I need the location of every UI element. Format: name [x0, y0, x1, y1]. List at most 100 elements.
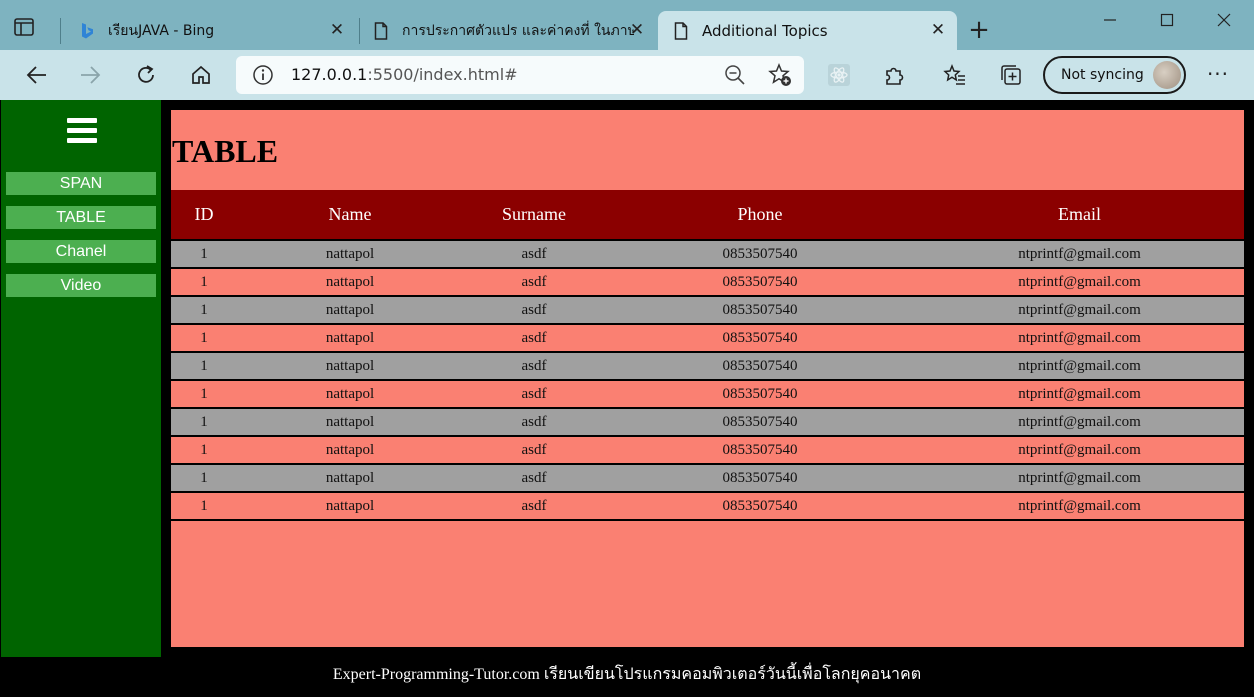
- cell-phone: 0853507540: [722, 385, 798, 402]
- tab-title: Additional Topics: [702, 21, 828, 40]
- cell-phone: 0853507540: [722, 469, 798, 486]
- column-header-id: ID: [194, 204, 214, 224]
- cell-name: nattapol: [325, 469, 375, 486]
- table-row: 1 nattapol asdf 0853507540 ntprintf@gmail.co…: [171, 464, 1244, 492]
- data-table: ID Name Surname Phone Email 1 nattapol asd…: [171, 190, 1244, 521]
- browser-tab-bar: เรียนJAVA - Bing ✕ การประกาศตัวแปร และค่…: [0, 0, 1254, 50]
- cell-name: nattapol: [325, 245, 375, 262]
- bing-icon: [78, 22, 96, 40]
- cell-email: ntprintf@gmail.com: [1018, 301, 1141, 318]
- cell-id: 1: [200, 385, 208, 402]
- cell-name: nattapol: [325, 329, 375, 346]
- table-row: 1 nattapol asdf 0853507540 ntprintf@gmail.co…: [171, 408, 1244, 436]
- tab-actions-icon[interactable]: [14, 18, 34, 36]
- url-path: :5500/index.html#: [367, 65, 518, 84]
- main-content: TABLE ID Name Surname Phone Email 1 natta…: [171, 110, 1244, 647]
- cell-id: 1: [200, 245, 208, 262]
- table-row: 1 nattapol asdf 0853507540 ntprintf@gmail.co…: [171, 352, 1244, 380]
- cell-surname: asdf: [521, 441, 547, 458]
- page-title: TABLE: [172, 133, 279, 169]
- table-row: 1 nattapol asdf 0853507540 ntprintf@gmail.co…: [171, 436, 1244, 464]
- cell-phone: 0853507540: [722, 441, 798, 458]
- cell-email: ntprintf@gmail.com: [1018, 385, 1141, 402]
- refresh-icon[interactable]: [132, 61, 160, 89]
- cell-email: ntprintf@gmail.com: [1018, 357, 1141, 374]
- sync-label: Not syncing: [1061, 67, 1144, 83]
- tab-bing[interactable]: เรียนJAVA - Bing ✕: [70, 11, 356, 50]
- sync-profile-button[interactable]: Not syncing: [1043, 56, 1186, 94]
- tab-additional-topics[interactable]: Additional Topics ✕: [658, 11, 957, 50]
- url-text: 127.0.0.1:5500/index.html#: [291, 65, 518, 84]
- cell-id: 1: [200, 469, 208, 486]
- sidebar-item-chanel[interactable]: Chanel: [6, 240, 156, 263]
- cell-surname: asdf: [521, 357, 547, 374]
- cell-email: ntprintf@gmail.com: [1018, 413, 1141, 430]
- cell-surname: asdf: [521, 273, 547, 290]
- tab-separator: [359, 18, 360, 44]
- cell-name: nattapol: [325, 385, 375, 402]
- avatar: [1153, 61, 1181, 89]
- sidebar: SPAN TABLE Chanel Video: [1, 100, 161, 657]
- extensions-icon[interactable]: [881, 62, 907, 88]
- cell-surname: asdf: [521, 497, 547, 514]
- site-info-icon[interactable]: [252, 64, 274, 86]
- cell-name: nattapol: [325, 273, 375, 290]
- cell-surname: asdf: [521, 245, 547, 262]
- minimize-icon[interactable]: [1098, 8, 1122, 32]
- hamburger-icon[interactable]: [67, 118, 97, 144]
- sidebar-item-video[interactable]: Video: [6, 274, 156, 297]
- table-row: 1 nattapol asdf 0853507540 ntprintf@gmail.co…: [171, 240, 1244, 268]
- table-row: 1 nattapol asdf 0853507540 ntprintf@gmail.co…: [171, 492, 1244, 520]
- cell-id: 1: [200, 329, 208, 346]
- cell-phone: 0853507540: [722, 357, 798, 374]
- cell-name: nattapol: [325, 497, 375, 514]
- close-icon[interactable]: ✕: [628, 20, 646, 40]
- new-tab-icon[interactable]: +: [966, 17, 992, 44]
- cell-surname: asdf: [521, 385, 547, 402]
- footer-text: Expert-Programming-Tutor.com เรียนเขียนโ…: [332, 666, 922, 683]
- cell-surname: asdf: [521, 301, 547, 318]
- more-options-icon[interactable]: ···: [1206, 62, 1230, 88]
- tab-separator: [60, 18, 61, 44]
- url-host: 127.0.0.1: [291, 65, 368, 84]
- page-icon: [372, 21, 390, 40]
- cell-email: ntprintf@gmail.com: [1018, 329, 1141, 346]
- cell-id: 1: [200, 301, 208, 318]
- cell-email: ntprintf@gmail.com: [1018, 245, 1141, 262]
- forward-icon[interactable]: [77, 61, 105, 89]
- table-row: 1 nattapol asdf 0853507540 ntprintf@gmail.co…: [171, 380, 1244, 408]
- zoom-out-icon[interactable]: [724, 64, 746, 86]
- address-bar[interactable]: 127.0.0.1:5500/index.html#: [236, 56, 804, 94]
- tab-variables[interactable]: การประกาศตัวแปร และค่าคงที่ ในภาษา ✕: [364, 11, 656, 50]
- cell-phone: 0853507540: [722, 245, 798, 262]
- react-devtools-icon[interactable]: [826, 62, 852, 88]
- cell-phone: 0853507540: [722, 497, 798, 514]
- tab-title: การประกาศตัวแปร และค่าคงที่ ในภาษา: [402, 22, 634, 39]
- cell-phone: 0853507540: [722, 301, 798, 318]
- page-icon: [672, 21, 690, 40]
- cell-email: ntprintf@gmail.com: [1018, 469, 1141, 486]
- maximize-icon[interactable]: [1155, 8, 1179, 32]
- collections-icon[interactable]: [998, 62, 1024, 88]
- cell-email: ntprintf@gmail.com: [1018, 497, 1141, 514]
- close-icon[interactable]: ✕: [929, 20, 947, 40]
- close-icon[interactable]: ✕: [328, 20, 346, 40]
- cell-phone: 0853507540: [722, 413, 798, 430]
- cell-name: nattapol: [325, 441, 375, 458]
- sidebar-item-table[interactable]: TABLE: [6, 206, 156, 229]
- cell-id: 1: [200, 357, 208, 374]
- window-close-icon[interactable]: [1212, 8, 1236, 32]
- sidebar-item-span[interactable]: SPAN: [6, 172, 156, 195]
- home-icon[interactable]: [187, 61, 215, 89]
- favorites-icon[interactable]: [942, 62, 968, 88]
- cell-phone: 0853507540: [722, 273, 798, 290]
- table-row: 1 nattapol asdf 0853507540 ntprintf@gmail.co…: [171, 296, 1244, 324]
- column-header-phone: Phone: [737, 204, 783, 224]
- back-icon[interactable]: [22, 61, 50, 89]
- tab-title: เรียนJAVA - Bing: [108, 22, 215, 39]
- column-header-surname: Surname: [502, 204, 566, 224]
- cell-email: ntprintf@gmail.com: [1018, 441, 1141, 458]
- add-favorite-icon[interactable]: [768, 63, 792, 87]
- cell-email: ntprintf@gmail.com: [1018, 273, 1141, 290]
- cell-surname: asdf: [521, 329, 547, 346]
